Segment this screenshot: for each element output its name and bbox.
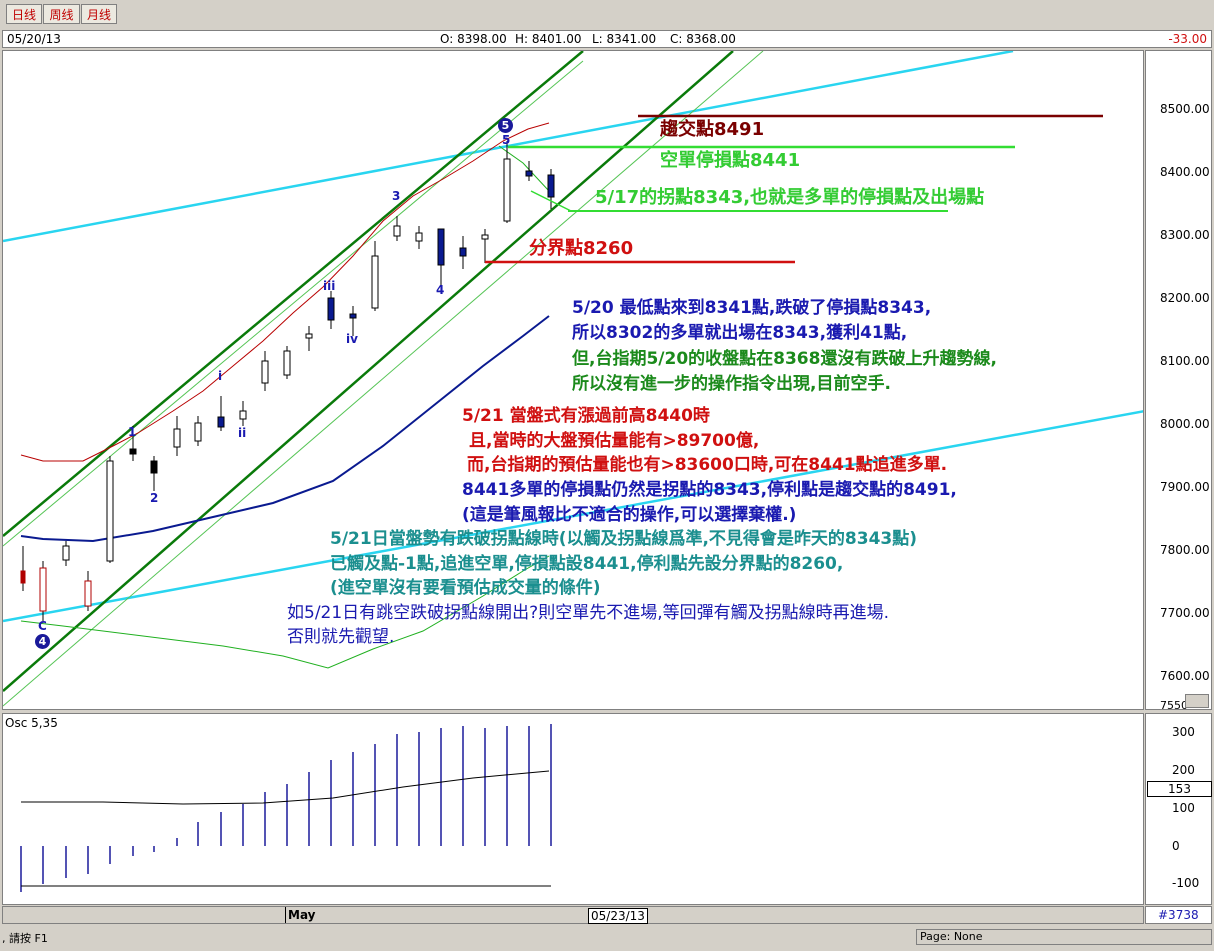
teal-note-1: 5/21日當盤勢有跌破拐點線時(以觸及拐點線爲準,不見得會是昨天的8343點) [330,529,918,549]
wave-ii-label: ii [238,426,247,440]
osc-histogram [20,724,552,892]
wave-iii-label: iii [323,279,336,293]
wave-5-circle: 5 [498,118,513,133]
wave-4-label: 4 [436,283,445,297]
osc-tick: 0 [1172,839,1180,853]
red-note-1: 5/21 當盤式有漲過前高8440時 [462,406,710,426]
red-note-3: 而,台指期的預估量能也有>83600口時,可在8441點追進多單. [467,455,948,475]
wave-5-label: 5 [502,133,511,147]
oscillator-axis[interactable]: 300 200 153 100 0 -100 [1145,713,1212,905]
low-value: L: 8341.00 [592,32,657,46]
wave-iv-label: iv [346,332,358,346]
bar-count: #3738 [1145,906,1212,924]
price-tick: 8200.00 [1160,291,1210,305]
status-help: , 請按 F1 [2,932,48,945]
osc-current-value: 153 [1147,781,1212,797]
oscillator-svg [20,724,552,892]
price-tick: 7900.00 [1160,480,1210,494]
label-8491: 趨交點8491 [660,119,765,140]
osc-tick: 300 [1172,725,1195,739]
tab-daily[interactable]: 日线 [6,4,42,24]
high-value: H: 8401.00 [515,32,582,46]
tab-weekly[interactable]: 周线 [43,4,80,24]
price-chart-panel[interactable]: 5 5 3 4 iii iv i ii 1 2 C 4 趨交點8491 空單停損… [2,50,1144,710]
note-line-2: 所以8302的多單就出場在8343,獲利41點, [572,323,908,343]
bar-date: 05/20/13 [7,32,61,46]
price-tick: 7700.00 [1160,606,1210,620]
wave-i-label: i [218,369,223,383]
blue-note-1: 8441多單的停損點仍然是拐點的8343,停利點是趨交點的8491, [462,480,957,500]
note-line-3: 但,台指期5/20的收盤點在8368還沒有跌破上升趨勢線, [572,349,997,369]
price-tick: 8500.00 [1160,102,1210,116]
price-tick: 8000.00 [1160,417,1210,431]
red-note-2: 且,當時的大盤預估量能有>89700億, [469,431,760,451]
oscillator-panel[interactable]: Osc 5,35 [2,713,1144,905]
wave-2-label: 2 [150,491,159,505]
osc-tick: -100 [1172,876,1200,890]
close-value: C: 8368.00 [670,32,736,46]
month-label: May [288,908,316,922]
price-tick: 7600.00 [1160,669,1210,683]
wave-1-label: 1 [128,425,137,439]
price-tick: 8100.00 [1160,354,1210,368]
ohlc-info-bar: 05/20/13 O: 8398.00 H: 8401.00 L: 8341.0… [2,30,1212,48]
note-line-1: 5/20 最低點來到8341點,跌破了停損點8343, [572,298,932,318]
cursor-date: 05/23/13 [588,908,648,924]
blue-note-2: (這是筆風報比不適合的操作,可以選擇棄權.) [462,505,797,525]
change-value: -33.00 [1168,32,1207,46]
label-8343: 5/17的拐點8343,也就是多單的停損點及出場點 [595,187,985,208]
teal-note-3: (進空單沒有要看預估成交量的條件) [330,578,601,598]
osc-tick: 200 [1172,763,1195,777]
label-8441: 空單停損點8441 [660,150,801,171]
blue-final-note-1: 如5/21日有跳空跌破拐點線開出?則空單先不進場,等回彈有觸及拐點線時再進場. [287,603,890,623]
price-axis[interactable]: 8500.00 8400.00 8300.00 8200.00 8100.00 … [1145,50,1212,712]
wave-3-label: 3 [392,189,401,203]
wave-4-circle: 4 [35,634,50,649]
date-axis[interactable]: May 05/23/13 [2,906,1144,924]
blue-final-note-2: 否則就先觀望. [287,627,395,647]
status-page: Page: None [916,929,1212,945]
tab-monthly[interactable]: 月线 [81,4,117,24]
osc-tick: 100 [1172,801,1195,815]
osc-signal-line [21,770,550,805]
price-tick: 7800.00 [1160,543,1210,557]
teal-note-2: 已觸及點-1點,追進空單,停損點設8441,停利點先設分界點的8260, [330,554,844,574]
status-bar: , 請按 F1 Page: None [0,928,1214,948]
price-tick: 7550 [1160,699,1188,712]
label-8260: 分界點8260 [529,238,634,259]
scroll-handle-icon[interactable] [1185,694,1209,708]
wave-c-label: C [38,619,47,633]
price-tick: 8300.00 [1160,228,1210,242]
note-line-4: 所以沒有進一步的操作指令出現,目前空手. [572,374,891,394]
month-divider [285,907,286,923]
price-tick: 8400.00 [1160,165,1210,179]
open-value: O: 8398.00 [440,32,507,46]
